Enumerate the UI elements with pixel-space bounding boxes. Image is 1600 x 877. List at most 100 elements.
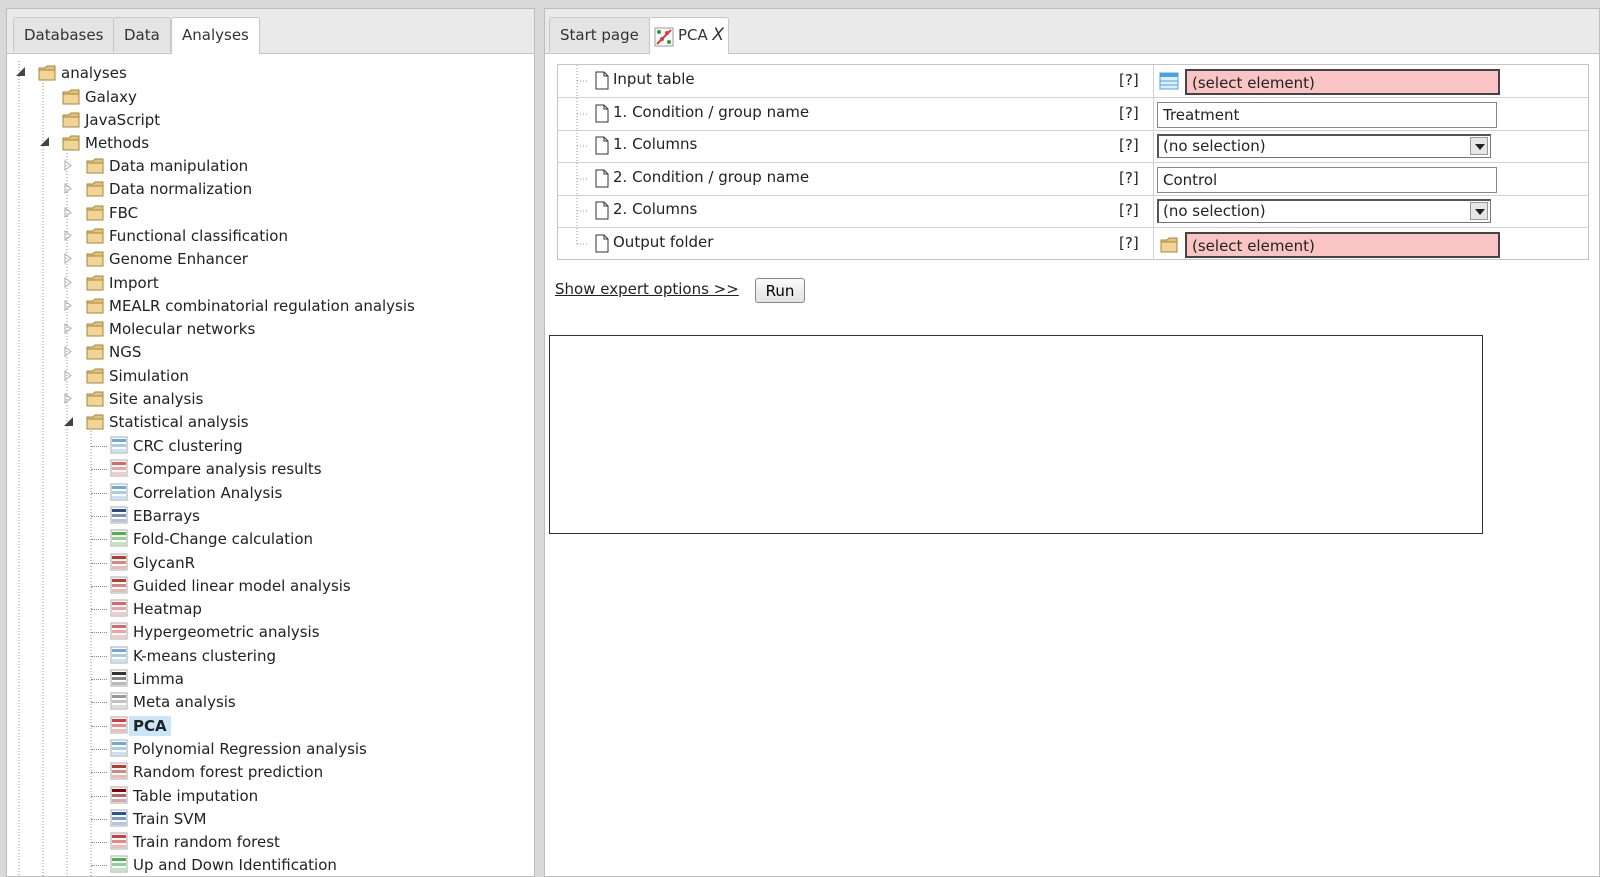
row-connector [576, 130, 589, 162]
analysis-method-icon [109, 505, 129, 525]
folder-icon [85, 272, 105, 292]
tree-connector [91, 469, 107, 471]
expand-arrow-icon[interactable] [63, 160, 75, 172]
tree-connector [91, 655, 107, 657]
tree-connector [91, 562, 107, 564]
tree-connector [91, 772, 107, 774]
tab-start-page[interactable]: Start page [549, 17, 650, 52]
output-folder-field[interactable]: (select element) [1185, 231, 1500, 258]
help-link[interactable]: [?] [1119, 104, 1139, 122]
collapse-arrow-icon[interactable] [15, 66, 27, 78]
analysis-method-icon [109, 482, 129, 502]
folder-icon [61, 132, 81, 152]
help-link[interactable]: [?] [1119, 136, 1139, 154]
output-log-area [549, 335, 1483, 534]
analysis-method-icon [109, 761, 129, 781]
expand-arrow-icon[interactable] [63, 393, 75, 405]
tree-connector [91, 585, 107, 587]
row-connector [576, 227, 589, 244]
folder-icon [85, 388, 105, 408]
document-icon [595, 169, 609, 187]
tree-connector [91, 702, 107, 704]
expand-arrow-icon[interactable] [63, 253, 75, 265]
tree-connector [91, 492, 107, 494]
table-icon[interactable] [1159, 71, 1179, 91]
folder-icon [85, 341, 105, 361]
close-tab-icon[interactable]: X [712, 18, 724, 52]
analysis-method-icon [109, 598, 129, 618]
row-connector [576, 162, 589, 195]
parameter-row: 2. Condition / group name [?] Control [557, 162, 1589, 196]
tab-pca[interactable]: PCA X [649, 17, 729, 54]
tree-connector [91, 515, 107, 517]
analysis-method-icon [109, 575, 129, 595]
folder-icon [85, 178, 105, 198]
tab-analyses[interactable]: Analyses [171, 17, 260, 54]
analysis-method-icon [109, 552, 129, 572]
tree-connector [91, 748, 107, 750]
expand-arrow-icon[interactable] [63, 323, 75, 335]
analysis-method-icon [109, 808, 129, 828]
expand-arrow-icon[interactable] [63, 346, 75, 358]
help-link[interactable]: [?] [1119, 169, 1139, 187]
chevron-down-icon[interactable] [1470, 202, 1488, 220]
document-icon [595, 71, 609, 90]
columns-select[interactable]: (no selection) [1157, 134, 1491, 158]
folder-icon [85, 295, 105, 315]
tree-connector [91, 818, 107, 820]
folder-icon [37, 62, 57, 82]
tab-data[interactable]: Data [113, 17, 171, 52]
expand-arrow-icon[interactable] [63, 276, 75, 289]
folder-icon [85, 411, 105, 431]
help-link[interactable]: [?] [1119, 234, 1139, 252]
condition-name-field[interactable]: Treatment [1157, 101, 1497, 128]
expand-arrow-icon[interactable] [63, 299, 75, 312]
document-icon [595, 234, 609, 252]
collapse-arrow-icon[interactable] [63, 416, 75, 428]
input-table-field[interactable]: (select element) [1185, 69, 1500, 95]
row-connector [576, 97, 589, 130]
expand-arrow-icon[interactable] [63, 183, 75, 195]
analysis-method-icon [109, 528, 129, 548]
run-button[interactable]: Run [755, 278, 805, 303]
expand-arrow-icon[interactable] [63, 369, 75, 382]
columns-select[interactable]: (no selection) [1157, 199, 1491, 223]
tree-connector [91, 842, 107, 844]
analysis-method-icon [109, 621, 129, 641]
folder-icon [85, 155, 105, 175]
folder-icon [85, 248, 105, 268]
folder-icon [85, 365, 105, 385]
repository-tabbar: Databases Data Analyses [7, 9, 534, 54]
tree-connector [91, 632, 107, 634]
tree-connector [91, 539, 107, 541]
analysis-method-icon [109, 715, 129, 735]
chevron-down-icon[interactable] [1470, 137, 1488, 155]
tree-connector [91, 865, 107, 867]
expand-arrow-icon[interactable] [63, 229, 75, 242]
help-link[interactable]: [?] [1119, 71, 1139, 89]
tree-connector [91, 725, 107, 727]
repository-panel: Databases Data Analyses analyses Galaxy [6, 8, 535, 877]
analysis-method-icon [109, 691, 129, 711]
help-link[interactable]: [?] [1119, 201, 1139, 219]
analysis-method-icon [109, 831, 129, 851]
parameter-row: Input table [?] (select element) [557, 65, 1589, 98]
parameter-row: 1. Condition / group name [?] Treatment [557, 97, 1589, 131]
document-panel: Start page PCA X Input table [?] (select e… [544, 8, 1600, 877]
folder-icon [61, 109, 81, 129]
analysis-method-icon [109, 435, 129, 455]
tree-connector [91, 446, 107, 447]
folder-icon[interactable] [1159, 234, 1179, 254]
show-expert-options-link[interactable]: Show expert options >> [555, 280, 739, 298]
pca-icon [654, 25, 674, 47]
analysis-method-icon [109, 785, 129, 805]
collapse-arrow-icon[interactable] [39, 136, 51, 148]
analyses-tree: analyses Galaxy JavaScript Methods Data … [7, 53, 534, 876]
expand-arrow-icon[interactable] [63, 206, 75, 219]
document-tabbar: Start page PCA X [545, 9, 1599, 54]
condition-name-field[interactable]: Control [1157, 166, 1497, 193]
tab-databases[interactable]: Databases [13, 17, 115, 52]
folder-icon [85, 225, 105, 245]
analysis-method-icon [109, 645, 129, 665]
parameter-row: Output folder [?] (select element) [557, 227, 1589, 260]
